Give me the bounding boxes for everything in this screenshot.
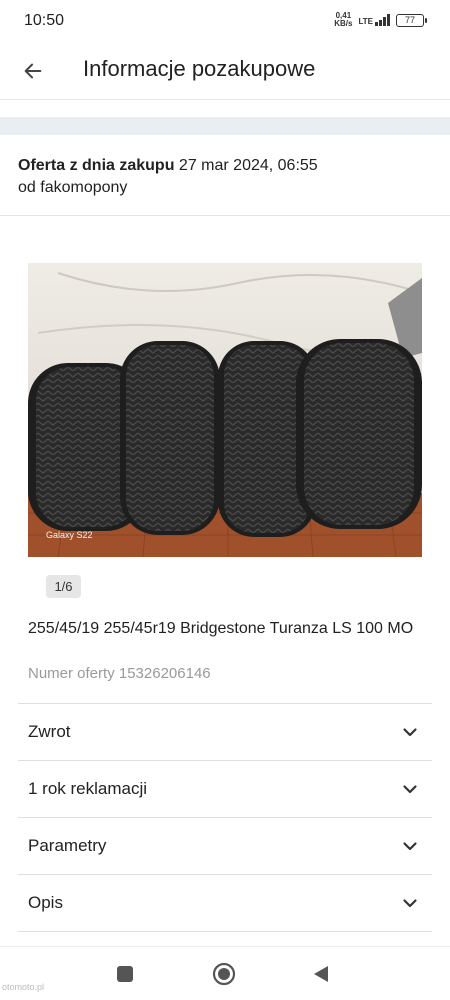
offer-date-line: Oferta z dnia zakupu 27 mar 2024, 06:55 bbox=[18, 155, 438, 177]
seller-line: od fakomopony bbox=[18, 179, 128, 196]
section-opis[interactable]: Opis bbox=[18, 874, 432, 931]
section-reklamacja[interactable]: 1 rok reklamacji bbox=[18, 760, 432, 817]
product-photo[interactable]: Galaxy S22 bbox=[28, 263, 422, 557]
battery-icon: 77 bbox=[396, 13, 427, 27]
status-time: 10:50 bbox=[24, 12, 65, 29]
network-speed: 0,41 KB/s bbox=[334, 11, 353, 28]
arrow-left-icon bbox=[24, 63, 42, 79]
home-button[interactable] bbox=[211, 961, 237, 987]
back-button[interactable] bbox=[16, 54, 50, 88]
lte-indicator: LTE bbox=[358, 14, 390, 26]
details-accordion: Zwrot 1 rok reklamacji Parametry Opis bbox=[18, 703, 432, 932]
section-label: Parametry bbox=[28, 836, 107, 855]
section-zwrot[interactable]: Zwrot bbox=[18, 703, 432, 760]
circle-home-icon bbox=[212, 962, 236, 986]
chevron-down-icon bbox=[403, 785, 417, 794]
divider bbox=[0, 215, 450, 216]
photo-counter: 1/6 bbox=[46, 575, 81, 598]
signal-icon bbox=[375, 14, 390, 26]
offer-date: 27 mar 2024, 06:55 bbox=[178, 157, 318, 174]
status-bar: 10:50 0,41 KB/s LTE 77 bbox=[0, 0, 450, 44]
offer-number: Numer oferty 15326206146 bbox=[28, 665, 211, 682]
app-bar: Informacje pozakupowe bbox=[0, 44, 450, 100]
system-back-button[interactable] bbox=[308, 961, 334, 987]
status-icons: 0,41 KB/s LTE 77 bbox=[334, 11, 427, 28]
chevron-down-icon bbox=[403, 728, 417, 737]
section-spacer bbox=[0, 117, 450, 135]
section-parametry[interactable]: Parametry bbox=[18, 817, 432, 874]
tires-image: Galaxy S22 bbox=[28, 263, 422, 557]
section-label: 1 rok reklamacji bbox=[28, 779, 148, 798]
divider bbox=[18, 931, 432, 932]
section-label: Opis bbox=[28, 893, 63, 912]
page-title: Informacje pozakupowe bbox=[83, 56, 316, 81]
section-label: Zwrot bbox=[28, 722, 71, 741]
photo-caption: Galaxy S22 bbox=[46, 530, 93, 540]
watermark: otomoto.pl bbox=[2, 982, 45, 992]
square-icon bbox=[117, 966, 133, 982]
product-title: 255/45/19 255/45r19 Bridgestone Turanza … bbox=[28, 620, 414, 637]
recents-button[interactable] bbox=[112, 961, 138, 987]
offer-date-label: Oferta z dnia zakupu bbox=[18, 157, 175, 174]
chevron-down-icon bbox=[403, 842, 417, 851]
system-nav-bar bbox=[0, 946, 450, 1000]
offer-info: Oferta z dnia zakupu 27 mar 2024, 06:55 … bbox=[18, 155, 438, 199]
triangle-back-icon bbox=[314, 966, 328, 982]
chevron-down-icon bbox=[403, 899, 417, 908]
